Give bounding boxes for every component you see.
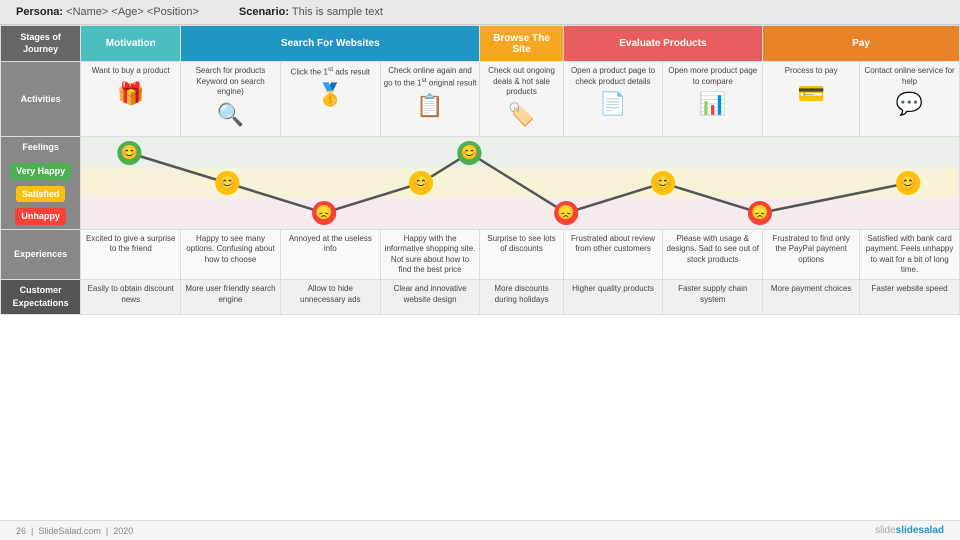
footer: 26 | SlideSalad.com | 2020 slideslidesal… — [0, 520, 960, 540]
svg-text:😞: 😞 — [558, 204, 576, 220]
expectation-4: Clear and innovative website design — [380, 280, 480, 314]
activity-9: Contact online service for help 💬 — [860, 62, 960, 136]
expectation-8: More payment choices — [763, 280, 860, 314]
persona-label: Persona: <Name> <Age> <Position> — [16, 6, 199, 18]
experiences-label: Experiences — [1, 229, 81, 280]
activity-3: Click the 1st ads result 🥇 — [280, 62, 380, 136]
footer-brand: slideslidesalad — [875, 525, 944, 536]
satisfied-badge: Satisfied — [16, 186, 66, 203]
stages-header-row: Stages of Journey Motivation Search For … — [1, 26, 960, 62]
svg-text:😊: 😊 — [461, 144, 479, 160]
svg-text:😊: 😊 — [655, 174, 673, 190]
slide: Persona: <Name> <Age> <Position> Scenari… — [0, 0, 960, 540]
unhappy-badge: Unhappy — [15, 208, 66, 225]
experience-6: Frustrated about review from other custo… — [563, 229, 663, 280]
stage-evaluate: Evaluate Products — [563, 26, 763, 62]
activity-8: Process to pay 💳 — [763, 62, 860, 136]
feelings-label: Feelings Very Happy Satisfied Unhappy — [1, 136, 81, 229]
stage-motivation: Motivation — [81, 26, 181, 62]
expectation-7: Faster supply chain system — [663, 280, 763, 314]
experience-4: Happy with the informative shopping site… — [380, 229, 480, 280]
expectation-6: Higher quality products — [563, 280, 663, 314]
activity-7: Open more product page to compare 📊 — [663, 62, 763, 136]
experience-1: Excited to give a surprise to the friend — [81, 229, 181, 280]
activity-6: Open a product page to check product det… — [563, 62, 663, 136]
feelings-row: Feelings Very Happy Satisfied Unhappy — [1, 136, 960, 229]
feelings-chart-cell: 😊 😊 😞 😊 😊 — [81, 136, 960, 229]
svg-text:😊: 😊 — [121, 144, 139, 160]
very-happy-badge: Very Happy — [10, 163, 71, 180]
expectations-row: Customer Expectations Easily to obtain d… — [1, 280, 960, 314]
svg-text:😞: 😞 — [316, 204, 334, 220]
expectation-9: Faster website speed — [860, 280, 960, 314]
journey-table: Stages of Journey Motivation Search For … — [0, 25, 960, 315]
stages-label: Stages of Journey — [1, 26, 81, 62]
expectations-label: Customer Expectations — [1, 280, 81, 314]
activities-label: Activities — [1, 62, 81, 136]
svg-text:😊: 😊 — [219, 174, 237, 190]
experience-3: Annoyed at the useless info — [280, 229, 380, 280]
expectation-1: Easily to obtain discount news — [81, 280, 181, 314]
activity-4: Check online again and go to the 1st ori… — [380, 62, 480, 136]
activity-2: Search for products Keyword on search en… — [181, 62, 281, 136]
expectation-2: More user friendly search engine — [181, 280, 281, 314]
activity-5: Check out ongoing deals & hot sale produ… — [480, 62, 563, 136]
stage-pay: Pay — [763, 26, 960, 62]
activities-row: Activities Want to buy a product 🎁 Searc… — [1, 62, 960, 136]
experience-9: Satisfied with bank card payment. Feels … — [860, 229, 960, 280]
expectation-3: Allow to hide unnecessary ads — [280, 280, 380, 314]
experience-8: Frustrated to find only the PayPal payme… — [763, 229, 860, 280]
stage-search: Search For Websites — [181, 26, 480, 62]
svg-text:😞: 😞 — [751, 204, 769, 220]
experience-2: Happy to see many options. Confusing abo… — [181, 229, 281, 280]
experience-7: Please with usage & designs. Sad to see … — [663, 229, 763, 280]
experiences-row: Experiences Excited to give a surprise t… — [1, 229, 960, 280]
stage-browse: Browse The Site — [480, 26, 563, 62]
svg-text:😊: 😊 — [413, 174, 431, 190]
footer-page: 26 | SlideSalad.com | 2020 — [16, 526, 133, 536]
svg-text:😊: 😊 — [900, 174, 918, 190]
expectation-5: More discounts during holidays — [480, 280, 563, 314]
persona-bar: Persona: <Name> <Age> <Position> Scenari… — [0, 0, 960, 25]
experience-5: Surprise to see lots of discounts — [480, 229, 563, 280]
scenario-label: Scenario: This is sample text — [239, 6, 383, 18]
journey-line-svg: 😊 😊 😞 😊 😊 — [81, 138, 959, 228]
activity-1: Want to buy a product 🎁 — [81, 62, 181, 136]
